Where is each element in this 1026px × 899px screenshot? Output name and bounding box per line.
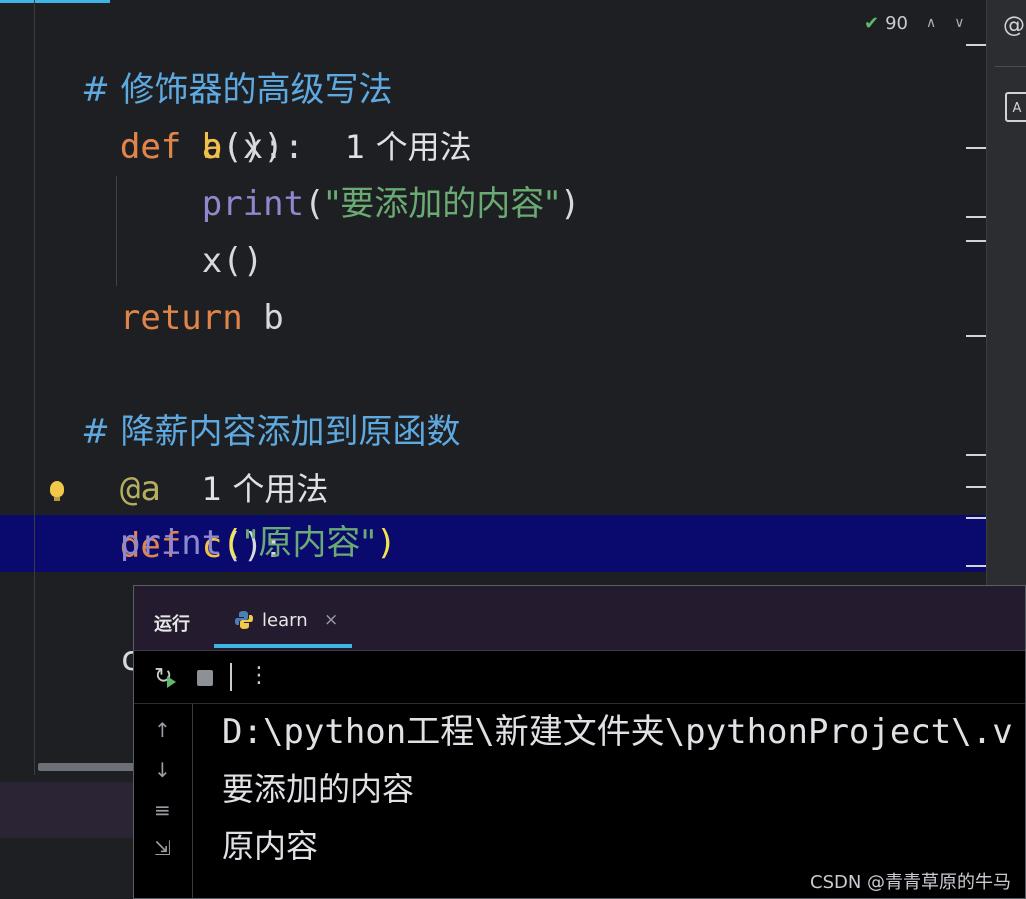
inspections-count: 90 xyxy=(885,12,908,34)
run-toolbar: ↻ ⋮ xyxy=(134,651,1025,704)
code-line-7[interactable]: # 降薪内容添加到原函数 xyxy=(38,347,460,452)
builtin-print: print xyxy=(201,184,305,224)
usages-hint[interactable]: 1 个用法 xyxy=(345,128,472,166)
scroll-marker[interactable] xyxy=(966,44,986,46)
code-line-10[interactable]: print("原内容") xyxy=(38,515,397,572)
code-line-4[interactable]: print("要添加的内容") xyxy=(38,176,581,233)
editor-tab-accent xyxy=(0,0,110,3)
chevron-up-icon[interactable]: ∧ xyxy=(926,15,936,31)
close-icon[interactable]: × xyxy=(324,610,338,630)
code-line-6[interactable]: return b xyxy=(38,290,284,347)
check-icon: ✔ xyxy=(864,12,880,34)
scroll-marker[interactable] xyxy=(966,565,986,567)
chevron-down-icon[interactable]: ∨ xyxy=(954,15,964,31)
string-literal: "原内容" xyxy=(242,523,377,563)
scroll-marker[interactable] xyxy=(966,486,986,488)
horizontal-scrollbar[interactable] xyxy=(38,763,138,771)
scroll-marker[interactable] xyxy=(966,454,986,456)
console-output[interactable]: D:\python工程\新建文件夹\pythonProject\.v 要添加的内… xyxy=(222,704,1013,875)
run-tool-window[interactable]: 运行 learn × ↻ ⋮ ↑ ↓ ≡ ⇲ D:\python工程\新建文件夹… xyxy=(133,585,1026,899)
open-paren: ( xyxy=(304,184,325,224)
left-panel-header xyxy=(0,782,134,838)
code-line-2[interactable]: def a(x): 1 个用法 xyxy=(38,62,472,167)
code-line-9[interactable]: def c(): xyxy=(38,461,284,566)
code-line-3[interactable]: def b(): xyxy=(38,119,284,176)
code-line-8[interactable]: @a 1 个用法 xyxy=(38,404,328,509)
inspections-widget[interactable]: ✔ 90 ∧ ∨ xyxy=(864,10,965,36)
keyword-def: def xyxy=(119,127,182,167)
call-expression: x() xyxy=(201,241,264,281)
open-paren: ( xyxy=(222,523,243,563)
string-literal: "要添加的内容" xyxy=(324,184,560,224)
close-paren: ) xyxy=(559,184,581,224)
scroll-to-end-icon[interactable]: ⇲ xyxy=(154,836,171,860)
arrow-up-icon[interactable]: ↑ xyxy=(154,718,171,742)
code-line-1[interactable]: # 修饰器的高级写法 xyxy=(38,5,392,110)
keyword-return: return xyxy=(119,298,243,338)
tab-learn[interactable]: learn × xyxy=(214,600,352,648)
stop-icon[interactable] xyxy=(197,670,213,686)
more-options-icon[interactable]: ⋮ xyxy=(248,663,270,688)
console-line-path: D:\python工程\新建文件夹\pythonProject\.v xyxy=(222,712,1013,752)
run-side-toolbar: ↑ ↓ ≡ ⇲ xyxy=(134,704,193,898)
rerun-icon[interactable]: ↻ xyxy=(154,665,178,689)
active-tab-underline xyxy=(214,644,352,648)
scroll-marker[interactable] xyxy=(966,216,986,218)
arrow-down-icon[interactable]: ↓ xyxy=(154,758,171,782)
watermark: CSDN @青青草原的牛马 xyxy=(810,872,1012,893)
run-header: 运行 learn × xyxy=(134,586,1025,651)
document-icon[interactable]: A xyxy=(1005,92,1026,122)
return-value: b xyxy=(263,298,284,338)
soft-wrap-icon[interactable]: ≡ xyxy=(154,798,171,822)
builtin-print: print xyxy=(119,523,223,563)
toolbar-separator xyxy=(230,663,232,691)
strip-divider xyxy=(995,66,1026,67)
run-title: 运行 xyxy=(154,614,190,635)
console-line-output-1: 要添加的内容 xyxy=(222,770,415,808)
params: (): xyxy=(222,127,284,167)
lightbulb-icon[interactable] xyxy=(50,481,64,501)
tab-label: learn xyxy=(262,610,308,631)
scroll-marker[interactable] xyxy=(966,335,986,337)
function-name: b xyxy=(201,127,223,167)
scroll-marker[interactable] xyxy=(966,517,986,519)
python-icon xyxy=(235,611,253,629)
gutter-divider xyxy=(34,0,35,775)
console-line-output-2: 原内容 xyxy=(222,827,319,865)
close-paren: ) xyxy=(376,523,397,563)
scroll-marker[interactable] xyxy=(966,147,986,149)
code-line-5[interactable]: x() xyxy=(38,233,263,290)
ai-assistant-icon[interactable]: @ xyxy=(1003,14,1026,38)
scroll-marker[interactable] xyxy=(966,240,986,242)
